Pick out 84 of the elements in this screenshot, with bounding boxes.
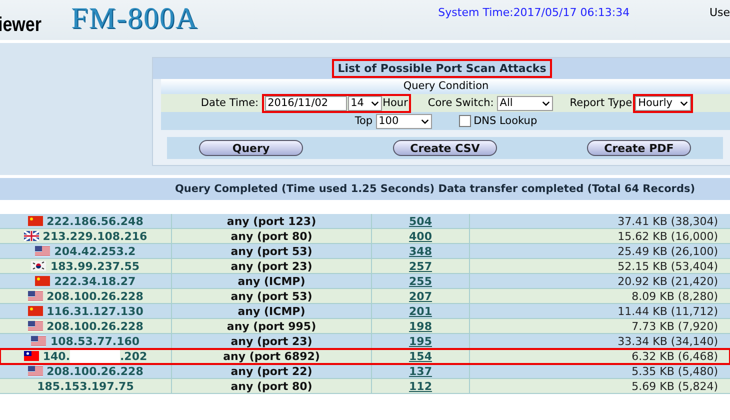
flag-icon: [24, 351, 39, 361]
ip-address: 116.31.127.130: [46, 304, 144, 318]
ip-address: 222.186.56.248: [46, 214, 144, 228]
chevron-icon: [680, 100, 688, 106]
action-button[interactable]: Create CSV: [393, 140, 497, 156]
bytes-text: 6.32 KB (6,468): [632, 348, 718, 364]
dns-checkbox[interactable]: [458, 115, 471, 127]
count-link[interactable]: 348: [409, 244, 432, 258]
ip-address: 183.99.237.55: [50, 258, 140, 274]
status-message: Query Completed (Time used 1.25 Seconds) Data transfer completed (Total 64 Records): [174, 183, 696, 195]
field-label: Top: [354, 115, 373, 127]
count-link[interactable]: 255: [409, 274, 432, 288]
user-label: Use: [709, 6, 730, 19]
panel-title: List of Possible Port Scan Attacks: [332, 59, 552, 78]
system-time: System Time:2017/05/17 06:13:34: [438, 6, 630, 19]
hour-select[interactable]: 14: [348, 96, 382, 110]
service-text: any (port 22): [230, 364, 312, 378]
service-text: any (port 53): [230, 244, 312, 258]
bytes-text: 11.44 KB (11,712): [618, 304, 718, 318]
count-link[interactable]: 198: [409, 318, 432, 334]
date-field[interactable]: 2016/11/02: [264, 96, 347, 110]
flag-icon: [28, 321, 43, 331]
count-link[interactable]: 504: [409, 214, 432, 228]
flag-icon: [31, 336, 46, 346]
service-text: any (port 23): [230, 258, 312, 274]
action-button[interactable]: Create PDF: [587, 140, 691, 156]
checkbox-label: DNS Lookup: [474, 115, 538, 127]
flag-icon: [35, 276, 50, 286]
service-text: any (port 53): [230, 288, 312, 304]
service-text: any (port 6892): [223, 348, 320, 364]
chevron-icon: [542, 100, 550, 106]
section-title: Query Condition: [403, 80, 489, 92]
ip-address: 208.100.26.228: [46, 318, 144, 334]
count-link[interactable]: 137: [409, 364, 432, 378]
service-text: any (ICMP): [238, 304, 306, 318]
count-link[interactable]: 257: [409, 258, 432, 274]
flag-icon: [24, 231, 39, 241]
bytes-text: 37.41 KB (38,304): [618, 214, 718, 228]
logo: FM-800A: [71, 2, 198, 36]
bytes-text: 25.49 KB (26,100): [618, 244, 718, 258]
service-text: any (port 80): [230, 228, 312, 244]
count-link[interactable]: 400: [409, 228, 432, 244]
flag-icon: [31, 261, 46, 271]
ip-address: 213.229.108.216: [42, 228, 148, 244]
bytes-text: 20.92 KB (21,420): [618, 274, 718, 288]
chevron-icon: [420, 118, 429, 124]
service-text: any (ICMP): [238, 274, 306, 288]
service-text: any (port 995): [226, 318, 316, 334]
count-link[interactable]: 154: [409, 348, 432, 364]
top-select[interactable]: 100: [376, 114, 432, 128]
ip-address: 185.153.197.75: [37, 378, 134, 394]
chevron-icon: [370, 100, 379, 106]
bytes-text: 5.35 KB (5,480): [632, 364, 718, 378]
ip-address: 140. .202: [42, 348, 148, 364]
core-switch-select[interactable]: All: [496, 96, 553, 110]
bytes-text: 5.69 KB (5,824): [632, 378, 718, 394]
flag-icon: [35, 246, 50, 256]
action-button[interactable]: Query: [199, 140, 303, 156]
field-label: Hour: [382, 97, 408, 109]
count-link[interactable]: 207: [409, 288, 432, 304]
flag-icon: [28, 216, 43, 226]
ip-address: 108.53.77.160: [50, 334, 140, 348]
count-link[interactable]: 201: [409, 304, 432, 318]
service-text: any (port 23): [230, 334, 312, 348]
service-text: any (port 123): [226, 214, 316, 228]
count-link[interactable]: 112: [409, 378, 432, 394]
ip-address: 208.100.26.228: [46, 288, 144, 304]
field-label: Core Switch:: [428, 97, 494, 109]
flag-icon: [28, 366, 43, 376]
bytes-text: 7.73 KB (7,920): [632, 318, 718, 334]
ip-address: 204.42.253.2: [54, 244, 136, 258]
field-label: Report Type: [570, 97, 632, 109]
ip-address: 222.34.18.27: [54, 274, 136, 288]
field-label: Date Time:: [200, 97, 259, 109]
service-text: any (port 80): [230, 378, 312, 394]
flag-icon: [28, 291, 43, 301]
bytes-text: 15.62 KB (16,000): [618, 228, 718, 244]
count-link[interactable]: 195: [409, 334, 432, 348]
bytes-text: 8.09 KB (8,280): [632, 288, 718, 304]
ip-address: 208.100.26.228: [46, 364, 144, 378]
bytes-text: 52.15 KB (53,404): [618, 258, 718, 274]
bytes-text: 33.34 KB (34,140): [618, 334, 718, 348]
flag-icon: [28, 306, 43, 316]
report-type-select[interactable]: Hourly: [635, 96, 692, 110]
